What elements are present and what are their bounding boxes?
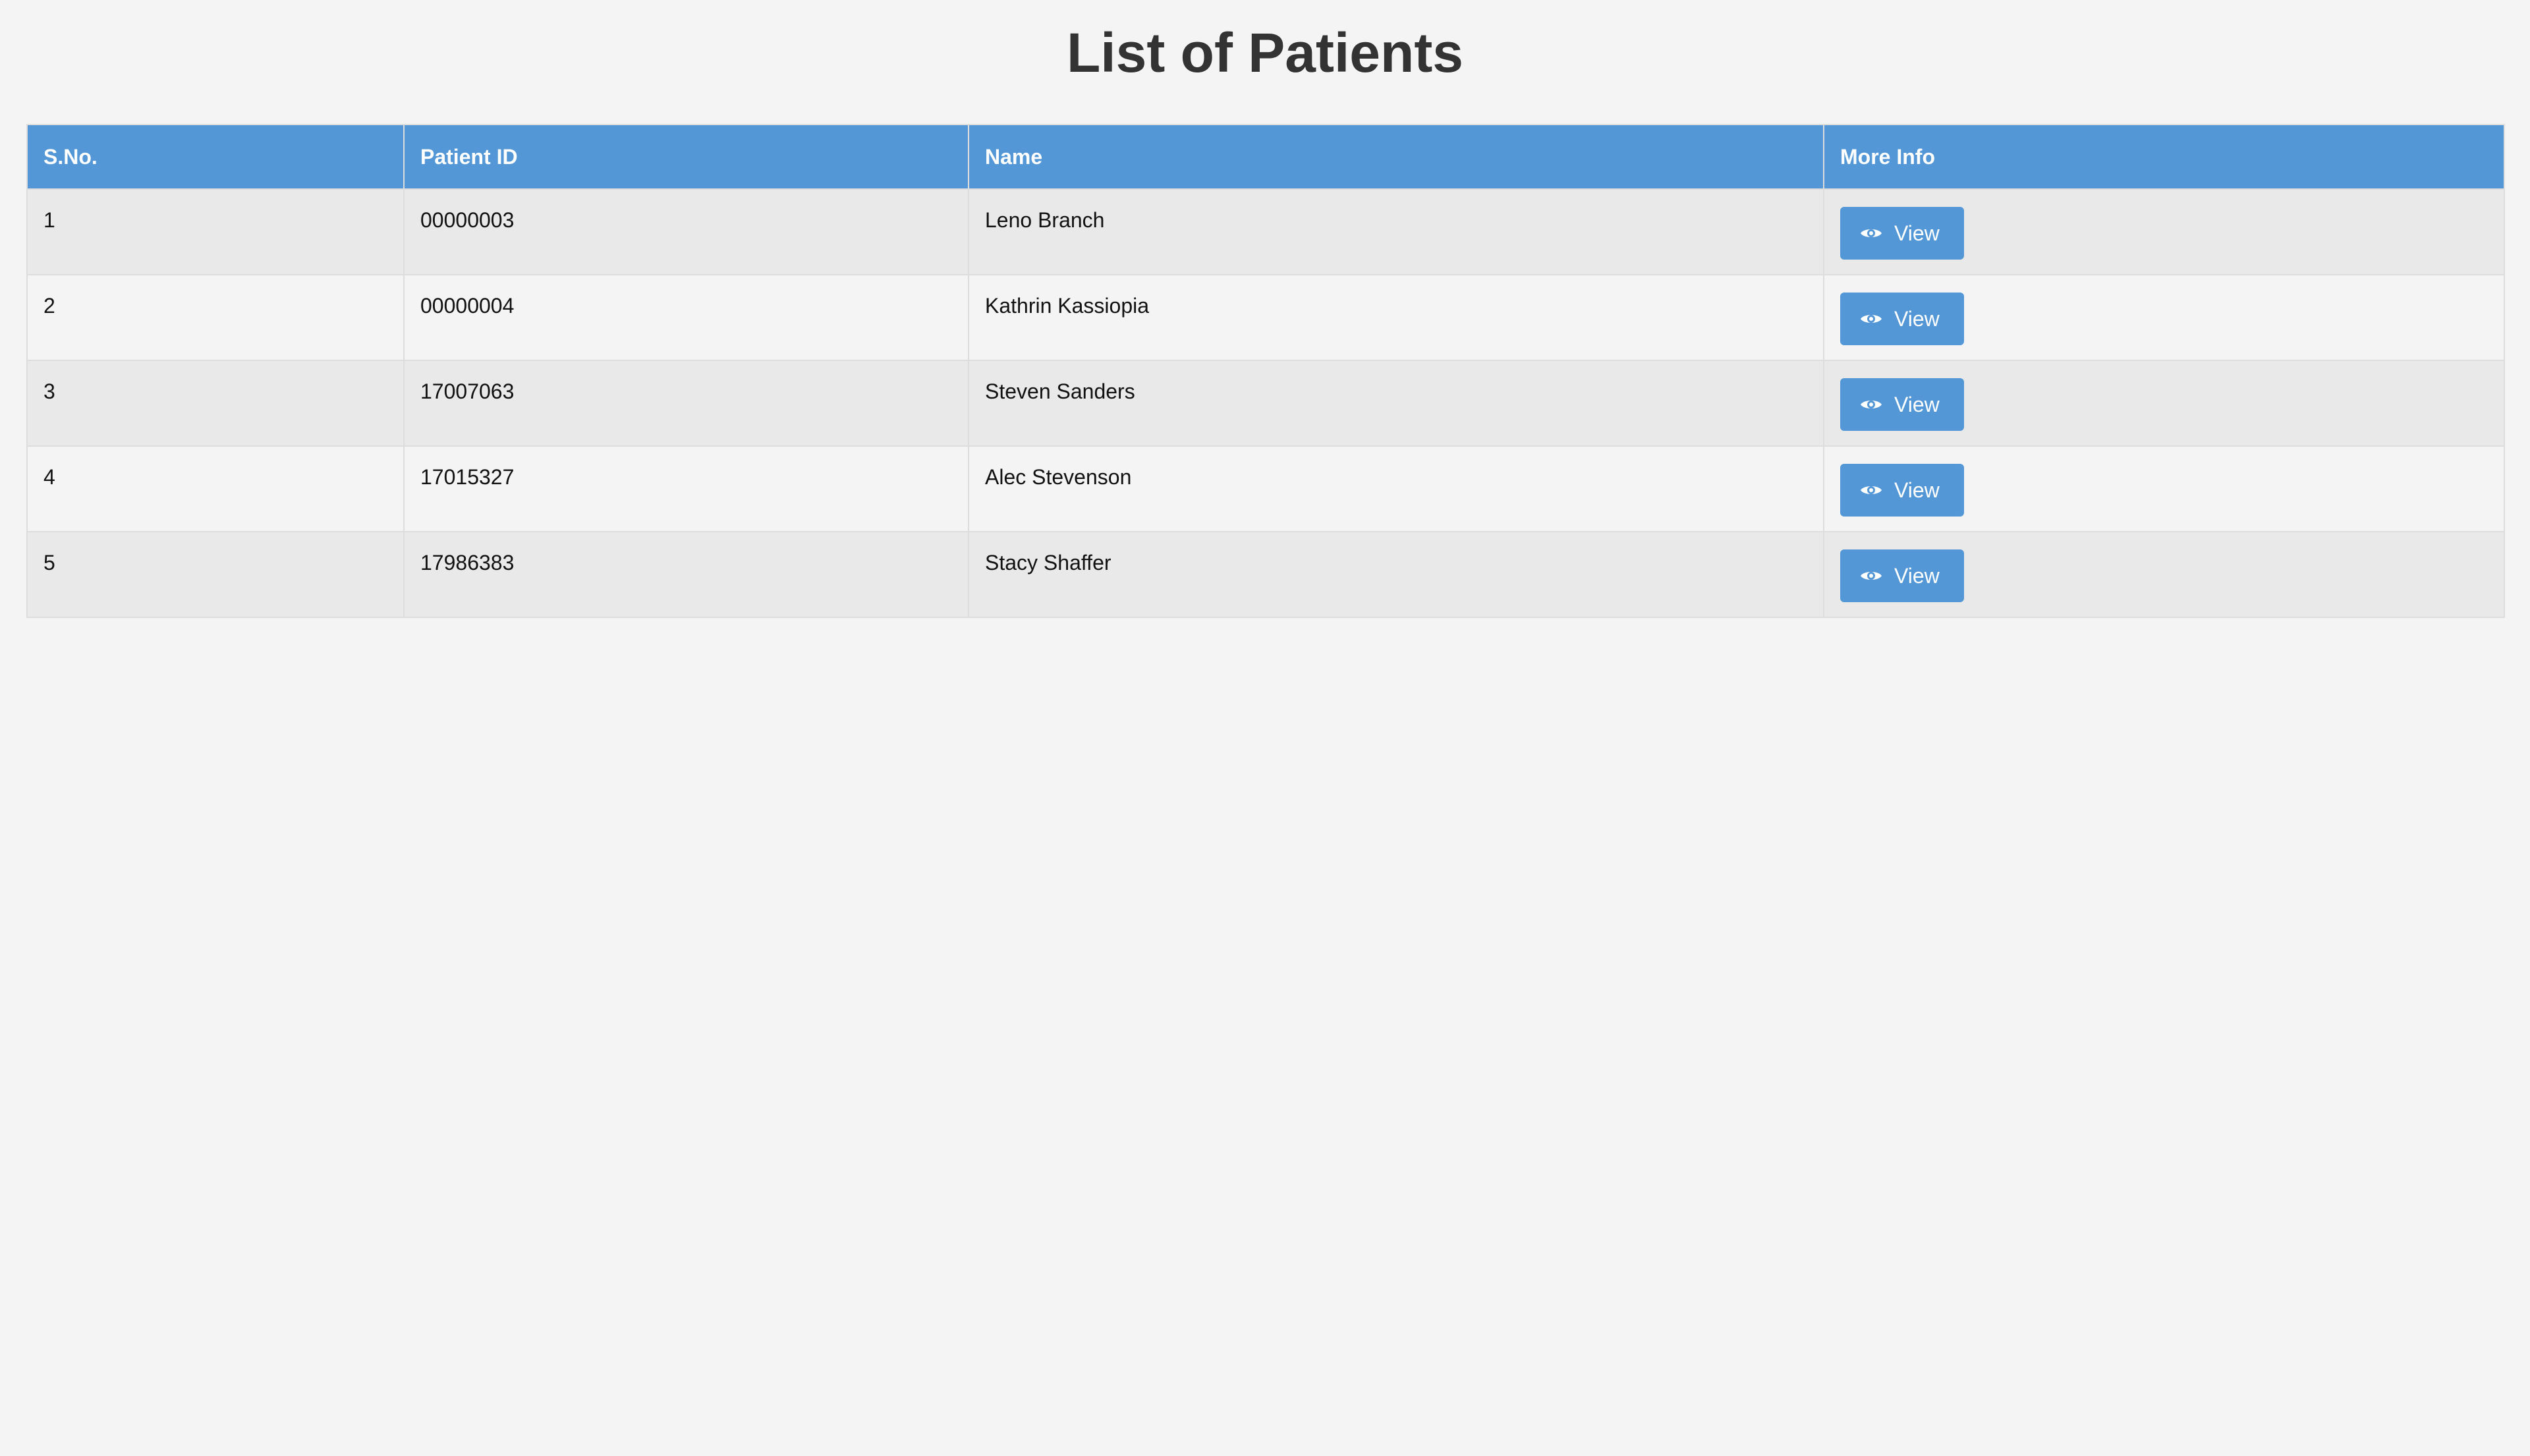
table-body: 1 00000003 Leno Branch View 2 00000004 K…: [26, 188, 2505, 618]
cell-more-info: View: [1823, 445, 2505, 532]
table-row: 3 17007063 Steven Sanders View: [26, 360, 2505, 447]
table-header: S.No. Patient ID Name More Info: [26, 124, 2505, 190]
eye-icon: [1861, 572, 1882, 580]
cell-sno: 3: [26, 360, 405, 447]
cell-sno: 4: [26, 445, 405, 532]
page: List of Patients S.No. Patient ID Name M…: [0, 0, 2530, 1456]
table-row: 4 17015327 Alec Stevenson View: [26, 445, 2505, 532]
table-row: 2 00000004 Kathrin Kassiopia View: [26, 274, 2505, 361]
view-button[interactable]: View: [1840, 293, 1964, 345]
cell-more-info: View: [1823, 188, 2505, 275]
column-header-name: Name: [968, 124, 1824, 190]
view-button[interactable]: View: [1840, 207, 1964, 260]
view-button-label: View: [1894, 563, 1940, 588]
cell-more-info: View: [1823, 360, 2505, 447]
cell-name: Leno Branch: [968, 188, 1824, 275]
table-row: 1 00000003 Leno Branch View: [26, 188, 2505, 275]
view-button[interactable]: View: [1840, 464, 1964, 517]
table-row: 5 17986383 Stacy Shaffer View: [26, 531, 2505, 618]
cell-more-info: View: [1823, 274, 2505, 361]
cell-patient-id: 17015327: [403, 445, 969, 532]
view-button[interactable]: View: [1840, 378, 1964, 431]
cell-patient-id: 17986383: [403, 531, 969, 618]
cell-patient-id: 00000004: [403, 274, 969, 361]
cell-name: Steven Sanders: [968, 360, 1824, 447]
column-header-patient-id: Patient ID: [403, 124, 969, 190]
cell-sno: 1: [26, 188, 405, 275]
cell-patient-id: 00000003: [403, 188, 969, 275]
column-header-sno: S.No.: [26, 124, 405, 190]
page-title: List of Patients: [1066, 22, 1464, 84]
eye-icon: [1861, 229, 1882, 237]
column-header-more-info: More Info: [1823, 124, 2505, 190]
view-button-label: View: [1894, 306, 1940, 331]
eye-icon: [1861, 315, 1882, 323]
cell-more-info: View: [1823, 531, 2505, 618]
cell-name: Kathrin Kassiopia: [968, 274, 1824, 361]
cell-sno: 2: [26, 274, 405, 361]
cell-sno: 5: [26, 531, 405, 618]
cell-name: Alec Stevenson: [968, 445, 1824, 532]
eye-icon: [1861, 401, 1882, 408]
eye-icon: [1861, 486, 1882, 494]
cell-name: Stacy Shaffer: [968, 531, 1824, 618]
table-header-row: S.No. Patient ID Name More Info: [26, 124, 2505, 190]
cell-patient-id: 17007063: [403, 360, 969, 447]
view-button[interactable]: View: [1840, 549, 1964, 602]
patients-table-container: S.No. Patient ID Name More Info 1 000000…: [26, 124, 2505, 618]
view-button-label: View: [1894, 221, 1940, 245]
patients-table: S.No. Patient ID Name More Info 1 000000…: [26, 124, 2505, 618]
view-button-label: View: [1894, 478, 1940, 502]
view-button-label: View: [1894, 392, 1940, 416]
